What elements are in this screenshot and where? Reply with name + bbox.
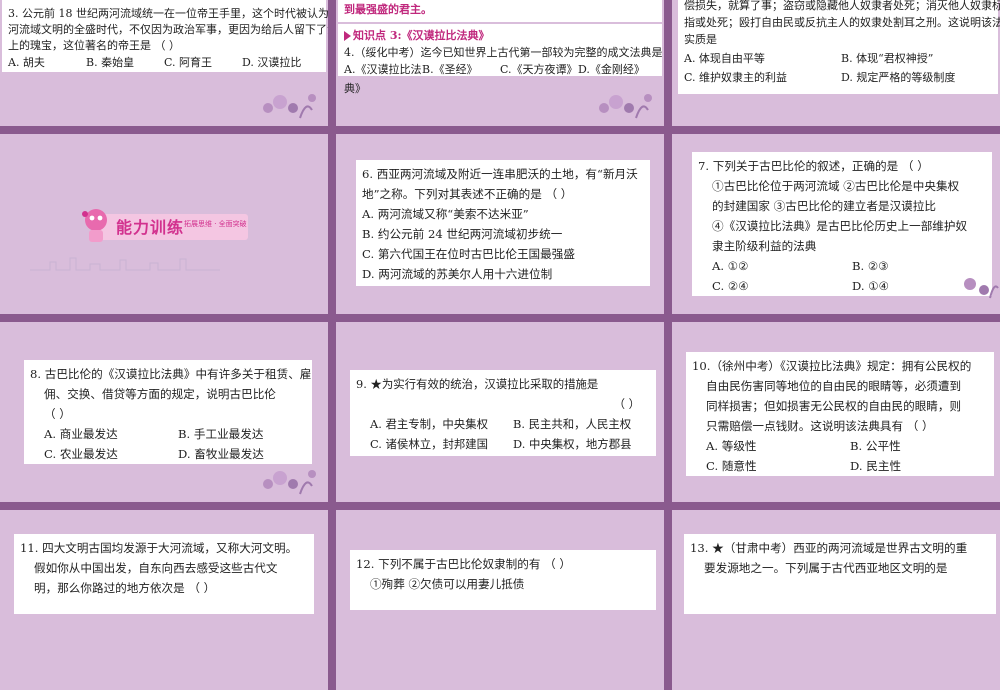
option-b[interactable]: B. 秦始皇 xyxy=(86,53,164,72)
slide-panel-3: 偿损失，就算了事；盗窃或隐藏他人奴隶者处死；消灭他人奴隶标记者断 指或处死；殴打… xyxy=(672,0,1000,126)
question-line: 12. 下列不属于古巴比伦奴隶制的有 （ ） xyxy=(356,557,571,571)
question-card: 到最强盛的君主。 xyxy=(338,0,662,22)
flower-decoration-icon xyxy=(964,278,999,299)
question-line: 隶主阶级利益的法典 xyxy=(712,239,817,253)
question-card: 6. 西亚两河流域及附近一连串肥沃的土地，有“新月沃 地”之称。下列对其表述不正… xyxy=(356,160,650,286)
flower-decoration-icon xyxy=(263,94,316,119)
option-a[interactable]: A. 商业最发达 xyxy=(44,424,172,444)
ability-training-banner: 能力训练 拓展思维 · 全面突破 xyxy=(80,206,250,256)
slide-panel-2: 到最强盛的君主。 知识点 3:《汉谟拉比法典》 4.（绥化中考）迄今已知世界上古… xyxy=(336,0,664,126)
slide-panel-9: 10.（徐州中考）《汉谟拉比法典》规定：拥有公民权的 自由民伤害同等地位的自由民… xyxy=(672,322,1000,502)
question-line: 只需赔偿一点钱财。这说明该法典具有 （ ） xyxy=(706,419,934,433)
question-line: 地”之称。下列对其表述不正确的是 （ ） xyxy=(362,187,573,201)
question-line: 10.（徐州中考）《汉谟拉比法典》规定：拥有公民权的 xyxy=(692,359,972,373)
question-line: 9. ★为实行有效的统治，汉谟拉比采取的措施是 xyxy=(356,377,599,391)
flower-decoration-icon xyxy=(263,470,316,495)
question-line: 要发源地之一。下列属于古代西亚地区文明的是 xyxy=(704,561,948,575)
question-card: 8. 古巴比伦的《汉谟拉比法典》中有许多关于租赁、雇 佣、交换、借贷等方面的规定… xyxy=(24,360,312,464)
option-b[interactable]: B. 体现“君权神授” xyxy=(841,49,992,68)
question-line: 6. 西亚两河流域及附近一连串肥沃的土地，有“新月沃 xyxy=(362,167,638,181)
option-d[interactable]: D. 中央集权，地方郡县 xyxy=(513,434,650,454)
option-d[interactable]: D. 民主性 xyxy=(850,456,988,476)
option-d[interactable]: D. 汉谟拉比 xyxy=(242,53,320,72)
question-line: 实质是 xyxy=(684,33,717,46)
question-card: 7. 下列关于古巴比伦的叙述，正确的是 （ ） ①古巴比伦位于两河流域 ②古巴比… xyxy=(692,152,992,296)
option-d[interactable]: D. 规定严格的等级制度 xyxy=(841,68,992,87)
slide-panel-4: 能力训练 拓展思维 · 全面突破 xyxy=(0,134,328,314)
slide-panel-1: 3. 公元前 18 世纪两河流域统一在一位帝王手里，这个时代被认为是上古两 河流… xyxy=(0,0,328,126)
banner-subtitle: 拓展思维 · 全面突破 xyxy=(184,220,247,228)
question-line: 11. 四大文明古国均发源于大河流域，又称大河文明。 xyxy=(20,541,298,555)
option-a[interactable]: A. 体现自由平等 xyxy=(684,49,835,68)
option-a[interactable]: A. 君主专制，中央集权 xyxy=(370,414,507,434)
option-c[interactable]: C. ②④ xyxy=(712,276,846,296)
city-skyline-icon xyxy=(30,257,220,271)
option-d[interactable]: D. 两河流域的苏美尔人用十六进位制 xyxy=(362,264,644,284)
option-a[interactable]: A.《汉谟拉比法典》 xyxy=(344,60,422,98)
question-card: 11. 四大文明古国均发源于大河流域，又称大河文明。 假如你从中国出发，自东向西… xyxy=(14,534,314,614)
option-c[interactable]: C. 阿育王 xyxy=(164,53,242,72)
question-line: 自由民伤害同等地位的自由民的眼睛等，必须遭到 xyxy=(706,379,962,393)
slide-panel-6: 7. 下列关于古巴比伦的叙述，正确的是 （ ） ①古巴比伦位于两河流域 ②古巴比… xyxy=(672,134,1000,314)
option-c[interactable]: C. 维护奴隶主的利益 xyxy=(684,68,835,87)
answer-paren: （ ） xyxy=(613,397,640,411)
question-line: 指或处死；殴打自由民或反抗主人的奴隶处割耳之刑。这说明该法典的 xyxy=(684,16,1000,29)
question-card: 13. ★（甘肃中考）西亚的两河流域是世界古文明的重 要发源地之一。下列属于古代… xyxy=(684,534,996,614)
question-line: 假如你从中国出发，自东向西去感受这些古代文 xyxy=(34,561,278,575)
option-a[interactable]: A. 胡夫 xyxy=(8,53,86,72)
option-b[interactable]: B. 公平性 xyxy=(850,436,988,456)
section-heading: 知识点 3:《汉谟拉比法典》 xyxy=(344,29,490,42)
question-card: 12. 下列不属于古巴比伦奴隶制的有 （ ） ①殉葬 ②欠债可以用妻儿抵债 xyxy=(350,550,656,610)
option-a[interactable]: A. ①② xyxy=(712,256,846,276)
option-c[interactable]: C. 诸侯林立，封邦建国 xyxy=(370,434,507,454)
option-b[interactable]: B. 民主共和，人民主权 xyxy=(513,414,650,434)
question-card: 3. 公元前 18 世纪两河流域统一在一位帝王手里，这个时代被认为是上古两 河流… xyxy=(2,0,328,72)
option-b[interactable]: B. 手工业最发达 xyxy=(178,424,306,444)
question-line: 7. 下列关于古巴比伦的叙述，正确的是 （ ） xyxy=(698,159,929,173)
question-line: ④《汉谟拉比法典》是古巴比伦历史上一部维护奴 xyxy=(712,219,968,233)
option-b[interactable]: B. 约公元前 24 世纪两河流域初步统一 xyxy=(362,224,644,244)
robot-mascot-icon xyxy=(82,209,107,242)
option-d[interactable]: D. 畜牧业最发达 xyxy=(178,444,306,464)
option-c[interactable]: C. 随意性 xyxy=(706,456,844,476)
slide-panel-10: 11. 四大文明古国均发源于大河流域，又称大河文明。 假如你从中国出发，自东向西… xyxy=(0,510,328,690)
question-card: 9. ★为实行有效的统治，汉谟拉比采取的措施是 （ ） A. 君主专制，中央集权… xyxy=(350,370,656,456)
option-a[interactable]: A. 两河流域又称“美索不达米亚” xyxy=(362,204,644,224)
slide-panel-11: 12. 下列不属于古巴比伦奴隶制的有 （ ） ①殉葬 ②欠债可以用妻儿抵债 xyxy=(336,510,664,690)
question-card: 知识点 3:《汉谟拉比法典》 4.（绥化中考）迄今已知世界上古代第一部较为完整的… xyxy=(338,24,664,95)
question-card: 10.（徐州中考）《汉谟拉比法典》规定：拥有公民权的 自由民伤害同等地位的自由民… xyxy=(686,352,994,476)
option-c[interactable]: C.《天方夜谭》 xyxy=(500,60,578,98)
option-b[interactable]: B.《圣经》 xyxy=(422,60,500,98)
option-c[interactable]: C. 农业最发达 xyxy=(44,444,172,464)
slide-panel-8: 9. ★为实行有效的统治，汉谟拉比采取的措施是 （ ） A. 君主专制，中央集权… xyxy=(336,322,664,502)
question-line: 的封建国家 ③古巴比伦的建立者是汉谟拉比 xyxy=(712,199,936,213)
slide-panel-12: 13. ★（甘肃中考）西亚的两河流域是世界古文明的重 要发源地之一。下列属于古代… xyxy=(672,510,1000,690)
question-line: （ ） xyxy=(44,407,71,421)
banner-title: 能力训练 xyxy=(116,218,185,237)
slide-panel-7: 8. 古巴比伦的《汉谟拉比法典》中有许多关于租赁、雇 佣、交换、借贷等方面的规定… xyxy=(0,322,328,502)
question-line: 明，那么你路过的地方依次是 （ ） xyxy=(34,581,216,595)
flag-icon xyxy=(344,31,351,41)
flower-decoration-icon xyxy=(599,94,652,119)
question-line: 13. ★（甘肃中考）西亚的两河流域是世界古文明的重 xyxy=(690,541,968,555)
question-card: 偿损失，就算了事；盗窃或隐藏他人奴隶者处死；消灭他人奴隶标记者断 指或处死；殴打… xyxy=(678,0,1000,94)
question-line: ①殉葬 ②欠债可以用妻儿抵债 xyxy=(370,577,525,591)
question-line: 8. 古巴比伦的《汉谟拉比法典》中有许多关于租赁、雇 xyxy=(30,367,312,381)
question-line: 同样损害；但如损害无公民权的自由民的眼睛，则 xyxy=(706,399,962,413)
answer-text: 到最强盛的君主。 xyxy=(344,3,432,16)
question-line: ①古巴比伦位于两河流域 ②古巴比伦是中央集权 xyxy=(712,179,960,193)
slide-panel-5: 6. 西亚两河流域及附近一连串肥沃的土地，有“新月沃 地”之称。下列对其表述不正… xyxy=(336,134,664,314)
option-a[interactable]: A. 等级性 xyxy=(706,436,844,456)
question-line: 佣、交换、借贷等方面的规定，说明古巴比伦 xyxy=(44,387,276,401)
option-c[interactable]: C. 第六代国王在位时古巴比伦王国最强盛 xyxy=(362,244,644,264)
